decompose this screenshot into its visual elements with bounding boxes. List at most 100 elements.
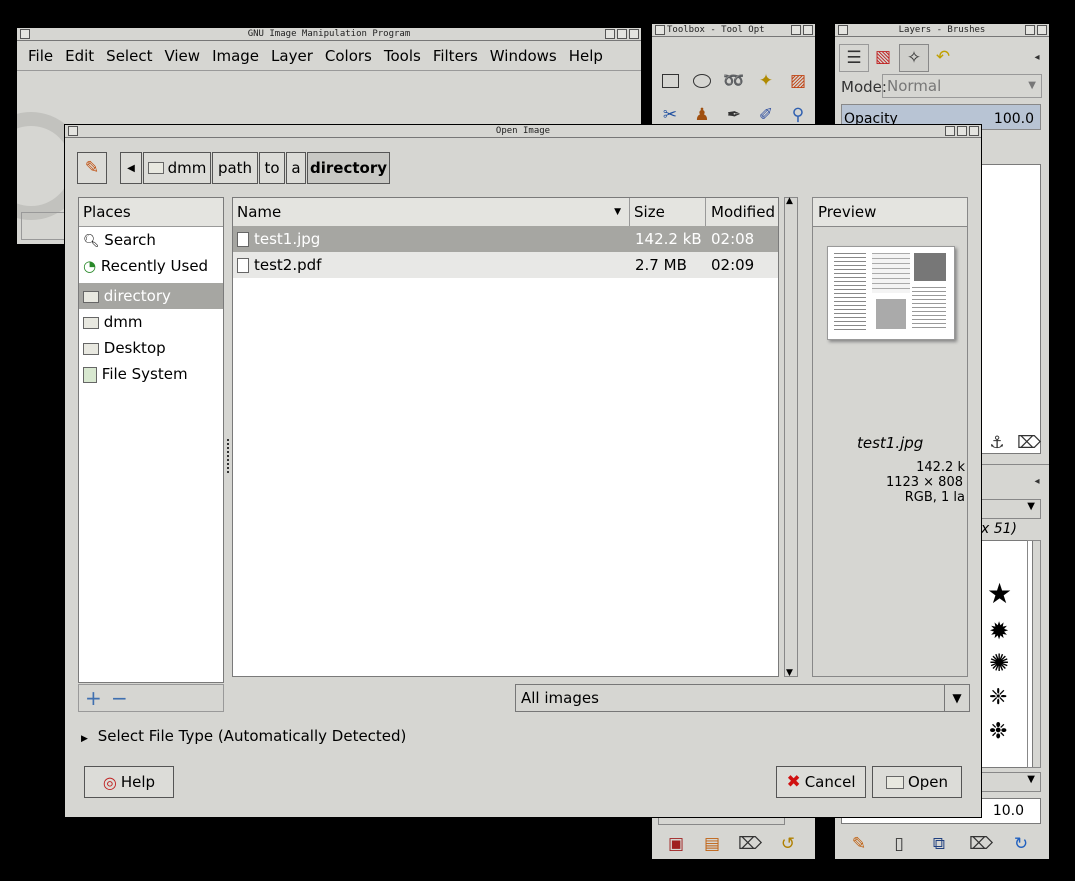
color-select-icon[interactable]: ▨: [786, 70, 810, 92]
opacity-value: 100.0: [993, 111, 1034, 127]
file-filter-combo[interactable]: All images ▼: [515, 684, 970, 712]
menu-edit[interactable]: Edit: [65, 47, 94, 65]
path-path-button[interactable]: path: [212, 152, 258, 184]
dock-menu-icon[interactable]: ◂: [1025, 46, 1049, 68]
rect-select-icon[interactable]: [658, 70, 682, 92]
gimp-main-titlebar[interactable]: GNU Image Manipulation Program: [17, 28, 641, 41]
select-file-type-expander[interactable]: ▶ Select File Type (Automatically Detect…: [81, 725, 406, 747]
column-modified-label: Modified: [711, 203, 776, 221]
delete-layer-icon[interactable]: ⌦: [1017, 432, 1041, 454]
menu-colors[interactable]: Colors: [325, 47, 372, 65]
refresh-brush-icon[interactable]: ↻: [1009, 833, 1033, 855]
help-label: Help: [120, 773, 156, 791]
file-list-scrollbar[interactable]: ▲ ▼: [784, 196, 798, 678]
file-list[interactable]: Name ▼ Size Modified test1.jpg 142.2 kB …: [232, 197, 779, 677]
scroll-down-icon[interactable]: ▼: [786, 668, 793, 678]
add-bookmark-icon[interactable]: +: [85, 686, 102, 710]
anchor-icon[interactable]: ⚓: [985, 432, 1009, 454]
menu-layer[interactable]: Layer: [271, 47, 313, 65]
paths-icon[interactable]: ✒: [722, 104, 746, 126]
path-directory-button[interactable]: directory: [307, 152, 390, 184]
brushes-scrollbar[interactable]: [1027, 540, 1041, 768]
type-location-button[interactable]: ✎: [77, 152, 107, 184]
file-modified: 02:08: [711, 230, 755, 248]
file-row[interactable]: test1.jpg 142.2 kB 02:08: [233, 226, 778, 252]
color-picker-icon[interactable]: ✐: [754, 104, 778, 126]
texture-brush-icon[interactable]: ❈: [989, 685, 1007, 710]
menu-tools[interactable]: Tools: [384, 47, 421, 65]
delete-preset-icon[interactable]: ⌦: [738, 833, 762, 855]
sponge-brush-icon[interactable]: ✺: [989, 649, 1009, 677]
drive-icon: [83, 366, 97, 383]
place-item-recently-used[interactable]: ◔ Recently Used: [79, 253, 223, 279]
zoom-icon[interactable]: ⚲: [786, 104, 810, 126]
restore-preset-icon[interactable]: ▤: [700, 833, 724, 855]
open-image-dialog: Open Image ✎ ◀ dmm path to a directory P…: [64, 124, 982, 818]
file-modified: 02:09: [711, 256, 755, 274]
chevron-down-icon: ▼: [1028, 80, 1036, 91]
reset-preset-icon[interactable]: ↺: [776, 833, 800, 855]
bookmark-buttons: + −: [78, 684, 224, 712]
preview-header: Preview: [813, 198, 967, 227]
layers-title: Layers - Brushes: [898, 25, 986, 35]
foreground-select-icon[interactable]: ♟: [690, 104, 714, 126]
chevron-down-icon: ▼: [1027, 774, 1035, 785]
help-button[interactable]: ◎ Help: [84, 766, 174, 798]
path-a-button[interactable]: a: [286, 152, 306, 184]
brushes-dock-menu-icon[interactable]: ◂: [1025, 470, 1049, 492]
toolbox-titlebar[interactable]: Toolbox - Tool Opt: [652, 24, 815, 37]
spacing-value: 10.0: [992, 803, 1024, 819]
file-icon: [237, 258, 249, 273]
help-icon: ◎: [102, 772, 117, 792]
edit-location-icon: ✎: [84, 158, 100, 178]
places-header[interactable]: Places: [79, 198, 223, 227]
place-item-directory[interactable]: directory: [79, 283, 223, 309]
cancel-label: Cancel: [804, 773, 856, 791]
star-brush-icon[interactable]: ★: [987, 577, 1012, 610]
duplicate-brush-icon[interactable]: ⧉: [927, 833, 951, 855]
menu-filters[interactable]: Filters: [433, 47, 478, 65]
dialog-titlebar[interactable]: Open Image: [65, 125, 981, 138]
place-item-file-system[interactable]: File System: [79, 361, 223, 387]
mode-select[interactable]: Normal ▼: [882, 74, 1042, 98]
place-item-dmm[interactable]: dmm: [79, 309, 223, 335]
layers-titlebar[interactable]: Layers - Brushes: [835, 24, 1049, 37]
file-list-header: Name ▼ Size Modified: [233, 198, 778, 227]
open-button[interactable]: Open: [872, 766, 962, 798]
undo-tab-icon[interactable]: ↶: [929, 44, 957, 70]
menu-select[interactable]: Select: [106, 47, 152, 65]
place-label: Recently Used: [100, 257, 209, 275]
menu-image[interactable]: Image: [212, 47, 259, 65]
layers-tab-icon[interactable]: ☰: [839, 44, 869, 72]
path-back-button[interactable]: ◀: [120, 152, 142, 184]
column-name[interactable]: Name ▼: [233, 198, 630, 226]
column-size[interactable]: Size: [630, 198, 706, 226]
cancel-button[interactable]: ✖ Cancel: [776, 766, 866, 798]
path-to-button[interactable]: to: [259, 152, 285, 184]
save-preset-icon[interactable]: ▣: [664, 833, 688, 855]
place-item-search[interactable]: 🔍︎ Search: [79, 227, 223, 253]
grain-brush-icon[interactable]: ❉: [989, 719, 1007, 744]
path-a-label: a: [291, 159, 301, 177]
paths-tab-icon[interactable]: ✧: [899, 44, 929, 72]
channels-tab-icon[interactable]: ▧: [869, 44, 897, 70]
fuzzy-select-icon[interactable]: ✦: [754, 70, 778, 92]
menu-view[interactable]: View: [164, 47, 200, 65]
edit-brush-icon[interactable]: ✎: [847, 833, 871, 855]
column-modified[interactable]: Modified: [706, 198, 780, 226]
scroll-up-icon[interactable]: ▲: [786, 196, 793, 206]
file-row[interactable]: test2.pdf 2.7 MB 02:09: [233, 252, 778, 278]
delete-brush-icon[interactable]: ⌦: [969, 833, 993, 855]
splatter-brush-icon[interactable]: ✹: [989, 617, 1009, 645]
menu-file[interactable]: File: [28, 47, 53, 65]
menu-help[interactable]: Help: [569, 47, 603, 65]
place-item-desktop[interactable]: Desktop: [79, 335, 223, 361]
remove-bookmark-icon[interactable]: −: [111, 686, 128, 710]
ellipse-select-icon[interactable]: [690, 70, 714, 92]
path-to-label: to: [264, 159, 280, 177]
path-dmm-button[interactable]: dmm: [143, 152, 211, 184]
new-brush-icon[interactable]: ▯: [887, 833, 911, 855]
menu-windows[interactable]: Windows: [490, 47, 557, 65]
lasso-icon[interactable]: ➿: [722, 70, 746, 92]
scissors-icon[interactable]: ✂: [658, 104, 682, 126]
